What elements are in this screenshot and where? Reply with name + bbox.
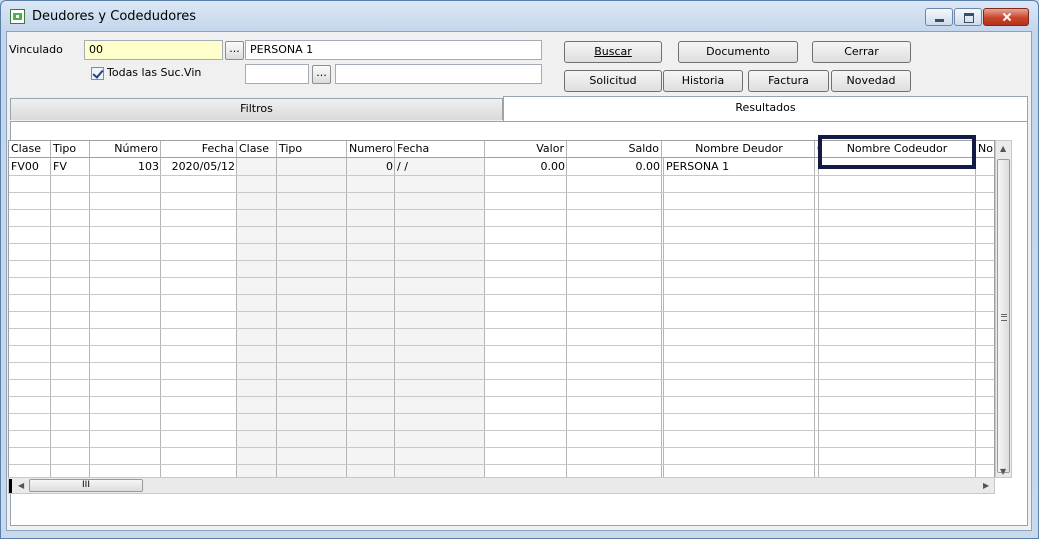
row-divider — [9, 209, 994, 210]
column-header[interactable]: Nombre Deudor — [664, 141, 815, 158]
persona-name-field[interactable]: PERSONA 1 — [245, 40, 542, 60]
row-divider — [9, 464, 994, 465]
row-divider — [9, 294, 994, 295]
column-header[interactable]: Tipo — [51, 141, 90, 158]
window-title: Deudores y Codedudores — [32, 9, 197, 24]
column-header[interactable]: Numero — [347, 141, 395, 158]
app-icon — [10, 9, 25, 24]
tab-resultados[interactable]: Resultados — [503, 96, 1028, 121]
horizontal-scroll-thumb[interactable]: III — [29, 479, 143, 492]
grid-cell[interactable] — [277, 159, 347, 175]
row-divider — [9, 192, 994, 193]
grid-cell[interactable]: / / — [395, 159, 485, 175]
buscar-label: Buscar — [594, 45, 632, 58]
row-divider — [9, 226, 994, 227]
todas-checkbox[interactable] — [91, 67, 104, 80]
row-divider — [9, 413, 994, 414]
buscar-button[interactable]: Buscar — [564, 41, 662, 63]
main-window: Deudores y Codedudores Vinculado 00 ... … — [0, 0, 1039, 539]
vertical-scrollbar[interactable]: ▲ ▼ — [995, 140, 1012, 478]
maximize-button[interactable] — [954, 8, 982, 26]
novedad-button[interactable]: Novedad — [831, 70, 911, 92]
results-grid[interactable]: Clase Tipo Número Fecha Clase Tipo Numero Fecha… — [8, 140, 995, 494]
row-divider — [9, 447, 994, 448]
tab-filtros[interactable]: Filtros — [10, 98, 503, 120]
cerrar-button[interactable]: Cerrar — [812, 41, 911, 63]
grip-icon — [1001, 314, 1007, 321]
grid-cell[interactable]: 0.00 — [485, 159, 567, 175]
sucursal-input[interactable] — [245, 64, 309, 84]
row-divider — [9, 430, 994, 431]
grid-cell[interactable]: PERSONA 1 — [664, 159, 815, 175]
factura-button[interactable]: Factura — [748, 70, 829, 92]
column-header[interactable]: Clase — [9, 141, 51, 158]
grid-cell[interactable] — [976, 159, 994, 175]
column-header[interactable]: Valor — [485, 141, 567, 158]
close-window-button[interactable] — [983, 8, 1029, 26]
column-header[interactable]: Número — [90, 141, 161, 158]
grid-cell[interactable]: 2020/05/12 — [161, 159, 237, 175]
row-marker — [9, 479, 12, 493]
todas-label: Todas las Suc.Vin — [107, 66, 202, 79]
grid-cell[interactable]: 103 — [90, 159, 161, 175]
row-divider — [9, 396, 994, 397]
scroll-right-icon[interactable]: ▶ — [983, 481, 989, 491]
column-header[interactable]: Fecha — [161, 141, 237, 158]
row-divider — [9, 175, 994, 176]
vinculado-label: Vinculado — [9, 43, 63, 56]
grid-cell[interactable]: 0.00 — [567, 159, 662, 175]
column-header[interactable]: Clase — [237, 141, 277, 158]
sucursal-name-field[interactable] — [335, 64, 542, 84]
scroll-up-icon[interactable]: ▲ — [1000, 144, 1006, 154]
historia-button[interactable]: Historia — [663, 70, 743, 92]
grid-cell[interactable]: FV00 — [9, 159, 51, 175]
scroll-down-icon[interactable]: ▼ — [1000, 467, 1006, 477]
row-divider — [9, 260, 994, 261]
row-divider — [9, 345, 994, 346]
solicitud-button[interactable]: Solicitud — [564, 70, 662, 92]
scroll-left-icon[interactable]: ◀ — [18, 481, 24, 491]
grid-cell[interactable]: FV — [51, 159, 90, 175]
sucursal-lookup-button[interactable]: ... — [312, 65, 331, 84]
column-header[interactable]: Fecha — [395, 141, 485, 158]
horizontal-scrollbar[interactable]: ◀ III ▶ — [8, 477, 995, 494]
row-divider — [9, 311, 994, 312]
column-header[interactable]: Nor — [976, 141, 994, 158]
documento-button[interactable]: Documento — [678, 41, 798, 63]
grid-cell[interactable] — [237, 159, 277, 175]
vinculado-lookup-button[interactable]: ... — [225, 41, 244, 60]
row-divider — [9, 243, 994, 244]
grid-cell[interactable]: 0 — [347, 159, 395, 175]
title-bar[interactable]: Deudores y Codedudores — [1, 1, 1038, 31]
row-divider — [9, 362, 994, 363]
column-header[interactable]: Tipo — [277, 141, 347, 158]
row-divider — [9, 328, 994, 329]
vertical-scroll-thumb[interactable] — [997, 159, 1010, 473]
row-divider — [9, 277, 994, 278]
column-header[interactable]: Saldo — [567, 141, 662, 158]
highlight-box — [818, 135, 976, 169]
row-divider — [9, 379, 994, 380]
vinculado-input[interactable]: 00 — [84, 40, 223, 60]
hscroll-grip: III — [82, 480, 90, 490]
minimize-button[interactable] — [925, 8, 953, 26]
